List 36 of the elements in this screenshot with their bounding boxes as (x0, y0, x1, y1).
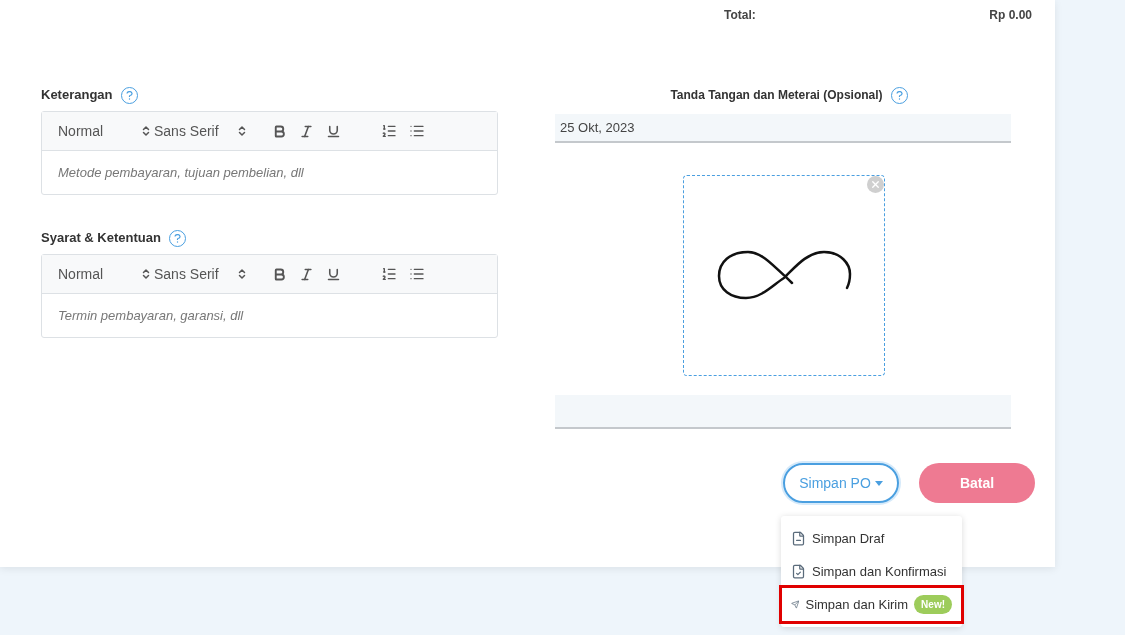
text-input[interactable]: Metode pembayaran, tujuan pembelian, dll (58, 162, 481, 183)
paper-plane-icon (791, 597, 800, 612)
bold-icon[interactable] (272, 123, 287, 139)
signature-box[interactable] (683, 175, 885, 376)
underline-icon[interactable] (326, 123, 341, 139)
ordered-list-icon[interactable] (381, 123, 397, 139)
section-title: Tanda Tangan dan Meterai (Opsional) (670, 87, 883, 104)
date-field[interactable]: 25 Okt, 2023 (555, 114, 1011, 143)
field-label: Keterangan (41, 86, 113, 105)
file-icon (791, 531, 806, 546)
menu-item[interactable]: Simpan Draf (782, 522, 961, 555)
italic-icon[interactable] (299, 266, 314, 282)
select-arrows-icon (236, 125, 248, 137)
font-select[interactable]: Sans Serif (154, 263, 248, 285)
file-check-icon (791, 564, 806, 579)
bold-icon[interactable] (272, 266, 287, 282)
format-select[interactable]: Normal (58, 263, 152, 285)
total-label: Total: (724, 7, 756, 24)
bullet-list-icon[interactable] (409, 123, 425, 139)
total-value: Rp 0.00 (989, 7, 1032, 24)
stamp-field[interactable] (555, 395, 1011, 429)
new-badge: New! (914, 595, 952, 614)
select-arrows-icon (236, 268, 248, 280)
field-label: Syarat & Ketentuan (41, 229, 161, 248)
format-select[interactable]: Normal (58, 120, 152, 142)
caret-icon (874, 480, 883, 486)
ordered-list-icon[interactable] (381, 266, 397, 282)
font-select[interactable]: Sans Serif (154, 120, 248, 142)
menu-item[interactable]: Simpan dan Kirim New! (782, 588, 961, 621)
italic-icon[interactable] (299, 123, 314, 139)
underline-icon[interactable] (326, 266, 341, 282)
select-arrows-icon (140, 268, 152, 280)
bullet-list-icon[interactable] (409, 266, 425, 282)
select-arrows-icon (140, 125, 152, 137)
menu-item[interactable]: Simpan dan Konfirmasi (782, 555, 961, 588)
text-input[interactable]: Termin pembayaran, garansi, dll (58, 305, 481, 326)
